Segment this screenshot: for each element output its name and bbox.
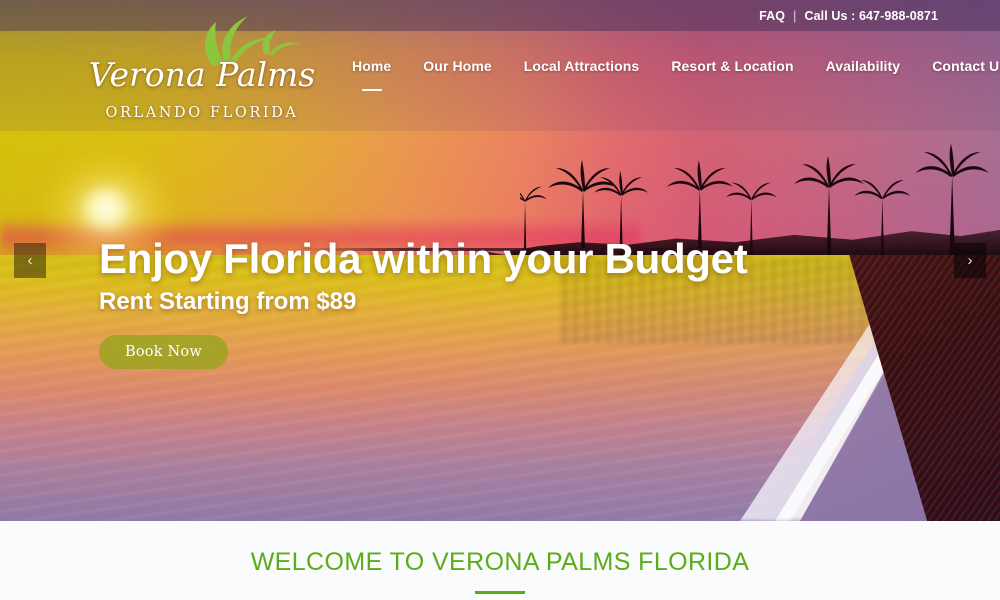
welcome-divider <box>475 591 525 594</box>
nav-item-local-attractions[interactable]: Local Attractions <box>508 58 656 74</box>
nav-item-home[interactable]: Home <box>336 58 407 91</box>
chevron-left-icon[interactable]: ‹ <box>14 243 46 278</box>
nav-active-indicator <box>361 88 382 91</box>
nav-item-contact-us[interactable]: Contact Us <box>916 58 1000 74</box>
nav-item-resort-location[interactable]: Resort & Location <box>655 58 809 74</box>
nav-item-home-label: Home <box>352 58 392 74</box>
welcome-heading: WELCOME TO VERONA PALMS FLORIDA <box>250 548 750 576</box>
slide-subheadline: Rent Starting from $89 <box>99 288 357 315</box>
nav-item-resort-location-label: Resort & Location <box>671 58 794 74</box>
nav-item-local-attractions-label: Local Attractions <box>523 58 640 74</box>
site-logo[interactable]: Verona Palms ORLANDO FLORIDA <box>72 8 332 126</box>
page-root: Enjoy Florida within your Budget Rent St… <box>0 0 1000 600</box>
sun-core <box>82 188 128 228</box>
welcome-section: WELCOME TO VERONA PALMS FLORIDA <box>0 521 1000 600</box>
chevron-right-icon[interactable]: › <box>954 243 986 278</box>
faq-link[interactable]: FAQ <box>759 9 785 23</box>
nav-item-availability[interactable]: Availability <box>810 58 917 74</box>
logo-subtitle-text: ORLANDO FLORIDA <box>105 105 299 121</box>
slide-headline: Enjoy Florida within your Budget <box>99 235 748 282</box>
logo-brand-text: Verona Palms <box>88 55 316 94</box>
topbar-separator: | <box>793 8 797 23</box>
nav-item-our-home[interactable]: Our Home <box>407 58 507 74</box>
call-us-link[interactable]: Call Us : 647-988-0871 <box>804 9 938 23</box>
nav-item-availability-label: Availability <box>825 58 901 74</box>
book-now-button[interactable]: Book Now <box>99 335 228 369</box>
top-utility-links: FAQ | Call Us : 647-988-0871 <box>759 9 1000 23</box>
slide-caption: Enjoy Florida within your Budget Rent St… <box>99 235 748 369</box>
nav-item-contact-us-label: Contact Us <box>932 58 1000 74</box>
primary-nav: Home Our Home Local Attractions Resort &… <box>336 58 1000 91</box>
nav-item-our-home-label: Our Home <box>423 58 492 74</box>
